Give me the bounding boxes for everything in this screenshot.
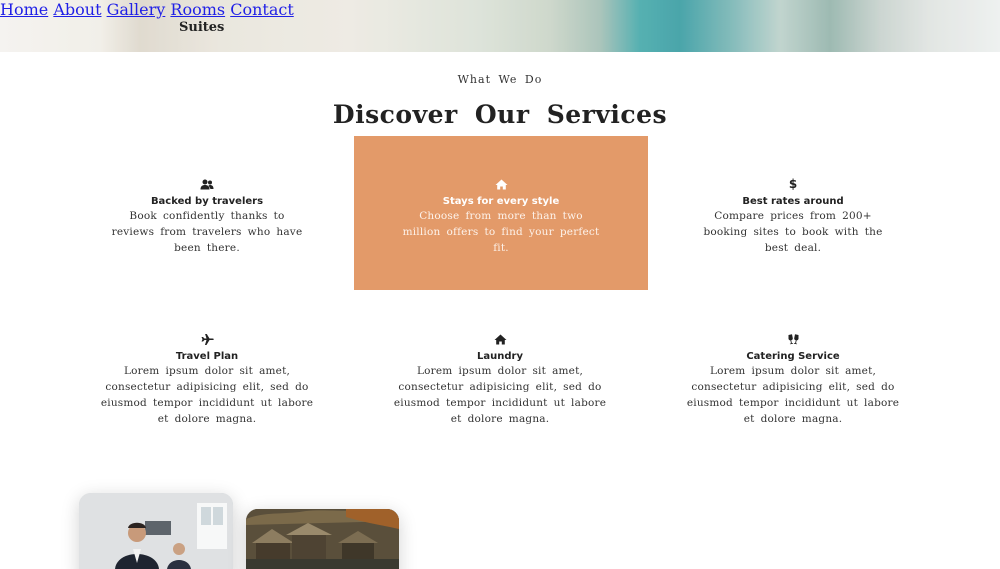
users-icon (60, 177, 354, 191)
service-card-title: Laundry (477, 351, 523, 362)
dollar-icon: $ (788, 177, 798, 191)
nav-home[interactable]: Home (0, 0, 48, 19)
header-hero-bar: Suites Home About Gallery Rooms Contact (0, 0, 1000, 52)
house-icon (353, 332, 647, 346)
glasses-icon (646, 332, 940, 346)
nav-rooms[interactable]: Rooms (170, 0, 225, 19)
section-eyebrow: What We Do (457, 73, 543, 86)
service-card-desc: Lorem ipsum dolor sit amet, consectetur … (686, 365, 900, 425)
nav-gallery[interactable]: Gallery (107, 0, 166, 19)
service-card-stays-for-every-style[interactable]: Stays for every style Choose from more t… (354, 136, 648, 290)
service-card-title: Stays for every style (442, 196, 560, 207)
service-card-travel-plan[interactable]: Travel Plan Lorem ipsum dolor sit amet, … (60, 332, 354, 442)
main-nav: Home About Gallery Rooms Contact (0, 0, 1000, 19)
service-card-desc: Lorem ipsum dolor sit amet, consectetur … (393, 365, 607, 425)
nav-about[interactable]: About (53, 0, 101, 19)
service-card-catering[interactable]: Catering Service Lorem ipsum dolor sit a… (646, 332, 940, 442)
service-card-desc: Compare prices from 200+ booking sites t… (703, 210, 883, 254)
service-card-desc: Choose from more than two million offers… (402, 210, 600, 254)
service-card-title: Best rates around (742, 196, 844, 207)
photo-thatched-huts (246, 509, 399, 569)
photo-business-people (79, 493, 233, 569)
service-card-best-rates[interactable]: $ Best rates around Compare prices from … (646, 136, 940, 290)
nav-contact[interactable]: Contact (230, 0, 294, 19)
service-card-title: Backed by travelers (150, 196, 264, 207)
house-icon (354, 177, 648, 191)
service-card-desc: Lorem ipsum dolor sit amet, consectetur … (100, 365, 314, 425)
plane-icon (60, 332, 354, 346)
section-title: Discover Our Services (332, 100, 668, 129)
service-card-backed-by-travelers[interactable]: Backed by travelers Book confidently tha… (60, 136, 354, 290)
service-card-title: Travel Plan (175, 351, 239, 362)
brand-logo[interactable]: Suites (179, 20, 224, 35)
service-card-laundry[interactable]: Laundry Lorem ipsum dolor sit amet, cons… (353, 332, 647, 442)
service-card-title: Catering Service (746, 351, 840, 362)
service-card-desc: Book confidently thanks to reviews from … (111, 210, 303, 254)
